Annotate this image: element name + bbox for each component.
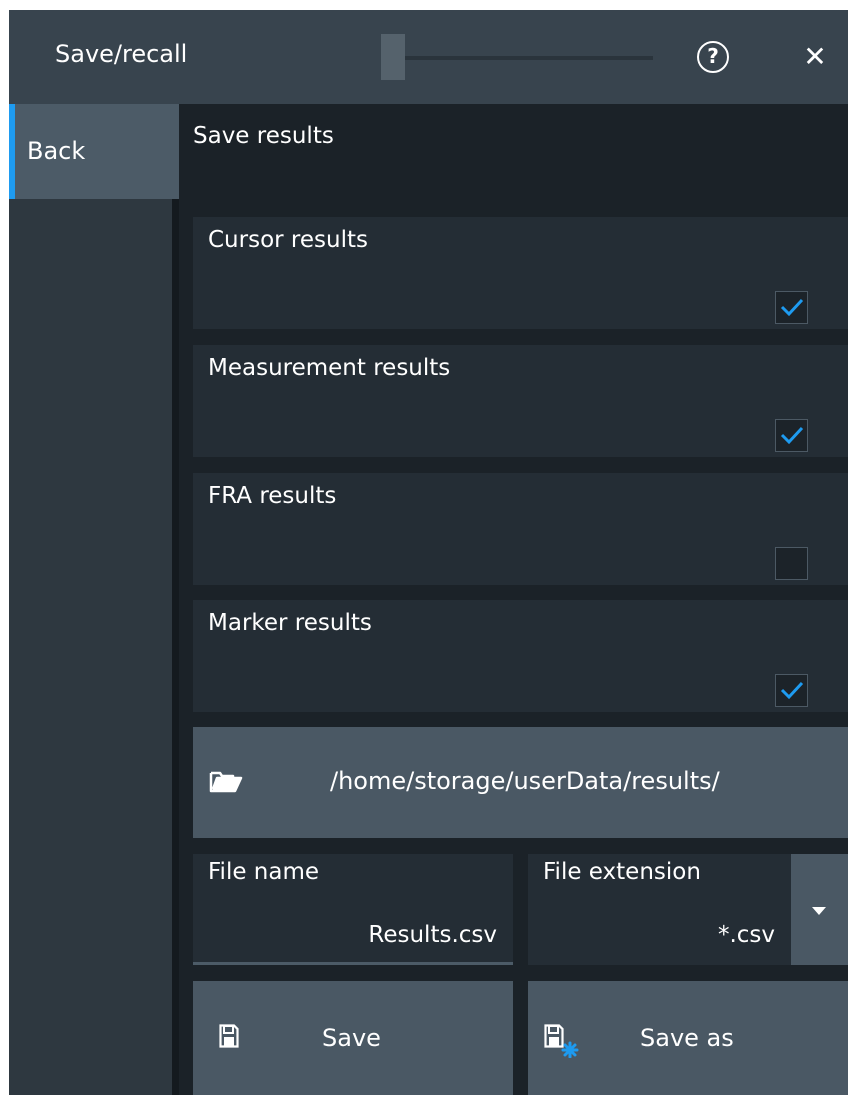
checkbox[interactable] xyxy=(775,291,808,324)
save-button-label: Save xyxy=(322,1024,381,1052)
scroll-slider-handle[interactable] xyxy=(381,34,405,80)
save-as-button-label: Save as xyxy=(640,1024,734,1052)
file-name-value[interactable]: Results.csv xyxy=(368,922,497,948)
active-accent-bar xyxy=(9,104,15,199)
floppy-disk-icon xyxy=(219,1024,239,1048)
checkmark-icon xyxy=(780,681,804,700)
option-label: Marker results xyxy=(208,610,372,636)
cursor-results-toggle[interactable]: Cursor results xyxy=(193,217,848,329)
file-name-field[interactable]: File name Results.csv xyxy=(193,854,513,965)
marker-results-toggle[interactable]: Marker results xyxy=(193,600,848,712)
option-label: Cursor results xyxy=(208,227,368,253)
scroll-slider-track[interactable] xyxy=(381,56,653,60)
triangle-down-icon xyxy=(812,907,826,915)
option-label: FRA results xyxy=(208,483,337,509)
title-bar: Save/recall ? ✕ xyxy=(9,10,848,104)
checkmark-icon xyxy=(780,298,804,317)
section-title: Save results xyxy=(193,123,334,149)
folder-open-icon xyxy=(209,771,243,793)
checkbox[interactable] xyxy=(775,419,808,452)
checkbox[interactable] xyxy=(775,547,808,580)
input-underline xyxy=(193,962,513,965)
floppy-disk-star-icon xyxy=(544,1024,579,1058)
measurement-results-toggle[interactable]: Measurement results xyxy=(193,345,848,457)
storage-path-button[interactable]: /home/storage/userData/results/ xyxy=(193,727,848,838)
nav-divider xyxy=(172,199,179,1095)
checkbox[interactable] xyxy=(775,674,808,707)
file-name-label: File name xyxy=(208,859,320,885)
save-recall-dialog: Save/recall ? ✕ Back Save results Cursor… xyxy=(9,10,848,1095)
file-extension-label: File extension xyxy=(543,859,701,885)
back-button-label: Back xyxy=(27,137,86,165)
file-extension-field[interactable]: File extension *.csv xyxy=(528,854,791,965)
save-button[interactable]: Save xyxy=(193,981,513,1095)
left-navigation xyxy=(9,104,179,1095)
option-label: Measurement results xyxy=(208,355,451,381)
file-extension-value: *.csv xyxy=(717,922,775,948)
storage-path-value: /home/storage/userData/results/ xyxy=(330,767,720,795)
close-x-icon[interactable]: ✕ xyxy=(799,40,831,74)
dialog-title: Save/recall xyxy=(55,40,188,68)
file-extension-dropdown-button[interactable] xyxy=(791,854,848,965)
back-button[interactable]: Back xyxy=(9,104,179,199)
fra-results-toggle[interactable]: FRA results xyxy=(193,473,848,585)
question-circle-icon[interactable]: ? xyxy=(697,41,729,73)
checkmark-icon xyxy=(780,426,804,445)
save-as-button[interactable]: Save as xyxy=(528,981,848,1095)
